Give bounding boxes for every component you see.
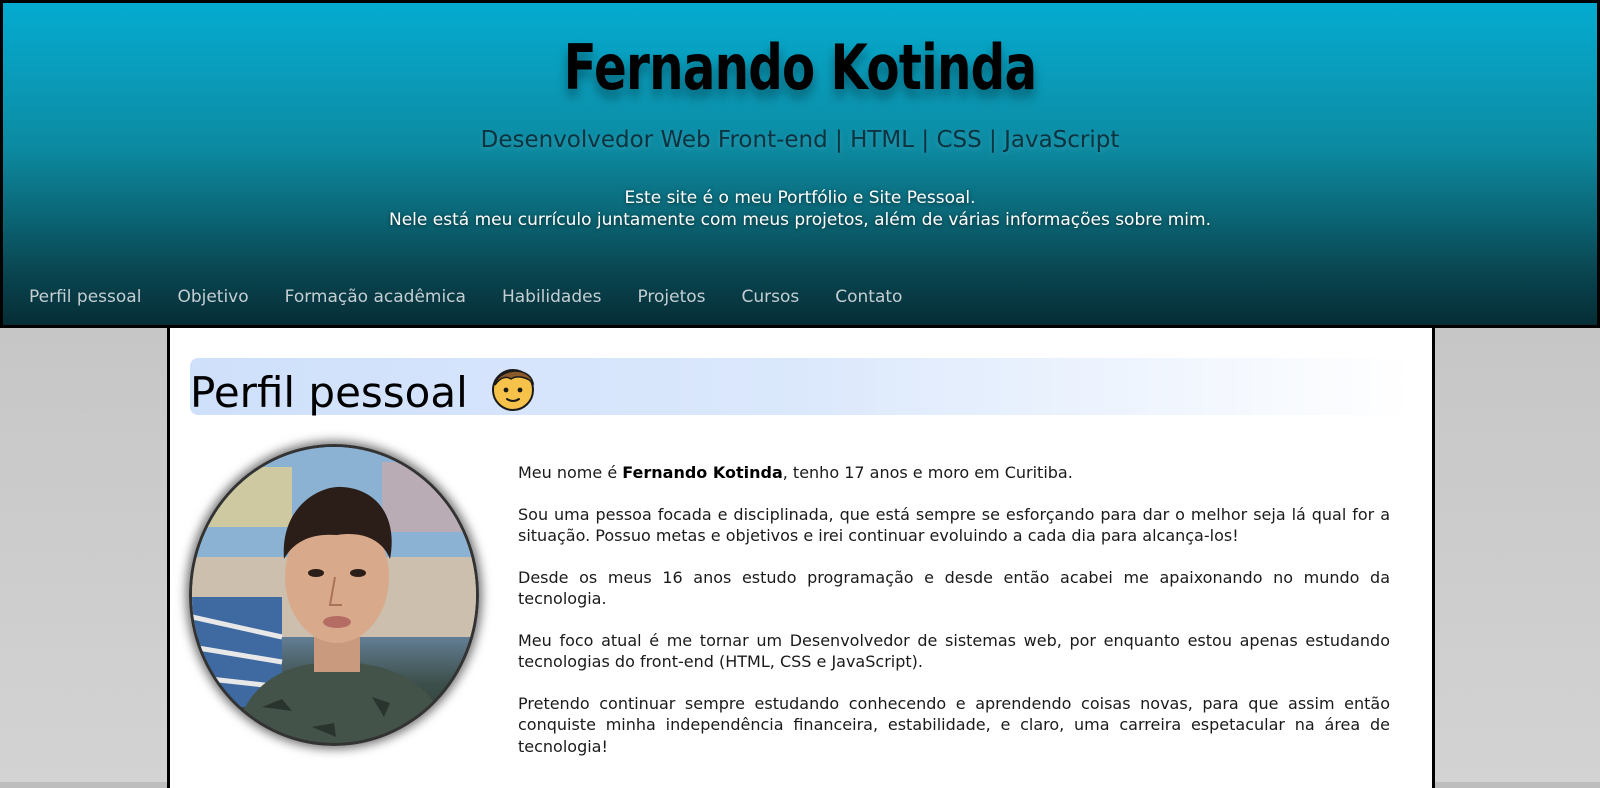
site-title: Fernando Kotinda	[563, 31, 1037, 104]
nav-item-perfil-pessoal[interactable]: Perfil pessoal	[29, 287, 141, 307]
bio-paragraph-5: Pretendo continuar sempre estudando conh…	[518, 693, 1390, 756]
profile-photo	[189, 444, 479, 746]
intro-line-2: Nele está meu currículo juntamente com m…	[389, 210, 1211, 230]
site-header: Fernando Kotinda Desenvolvedor Web Front…	[0, 0, 1600, 328]
site-subtitle: Desenvolvedor Web Front-end | HTML | CSS…	[480, 127, 1120, 153]
nav-item-objetivo[interactable]: Objetivo	[177, 287, 248, 307]
nav-item-projetos[interactable]: Projetos	[637, 287, 705, 307]
site-intro: Este site é o meu Portfólio e Site Pesso…	[3, 187, 1597, 231]
section-title-text: Perfil pessoal	[190, 368, 468, 417]
profile-photo-illustration	[192, 447, 476, 743]
bio-paragraph-1: Meu nome é Fernando Kotinda, tenho 17 an…	[518, 462, 1390, 484]
intro-line-1: Este site é o meu Portfólio e Site Pesso…	[624, 188, 976, 208]
section-title: Perfil pessoal	[190, 363, 537, 417]
bio-p1-prefix: Meu nome é	[518, 463, 623, 482]
bio-name: Fernando Kotinda	[622, 463, 783, 482]
boy-face-icon	[492, 369, 535, 411]
bio-paragraph-3: Desde os meus 16 anos estudo programação…	[518, 567, 1390, 609]
bio-paragraph-4: Meu foco atual é me tornar um Desenvolve…	[518, 630, 1390, 672]
bio-paragraph-2: Sou uma pessoa focada e disciplinada, qu…	[518, 504, 1390, 546]
nav-item-contato[interactable]: Contato	[835, 287, 902, 307]
nav-item-cursos[interactable]: Cursos	[742, 287, 800, 307]
main-content: Perfil pessoal Meu nome é Fernando Kotin…	[167, 328, 1435, 788]
nav-item-habilidades[interactable]: Habilidades	[502, 287, 601, 307]
bio-p1-suffix: , tenho 17 anos e moro em Curitiba.	[782, 463, 1073, 482]
nav-item-formacao-academica[interactable]: Formação acadêmica	[285, 287, 466, 307]
section-heading-bar: Perfil pessoal	[190, 358, 1414, 417]
profile-bio: Meu nome é Fernando Kotinda, tenho 17 an…	[518, 462, 1390, 777]
main-nav: Perfil pessoal Objetivo Formação acadêmi…	[29, 287, 938, 307]
